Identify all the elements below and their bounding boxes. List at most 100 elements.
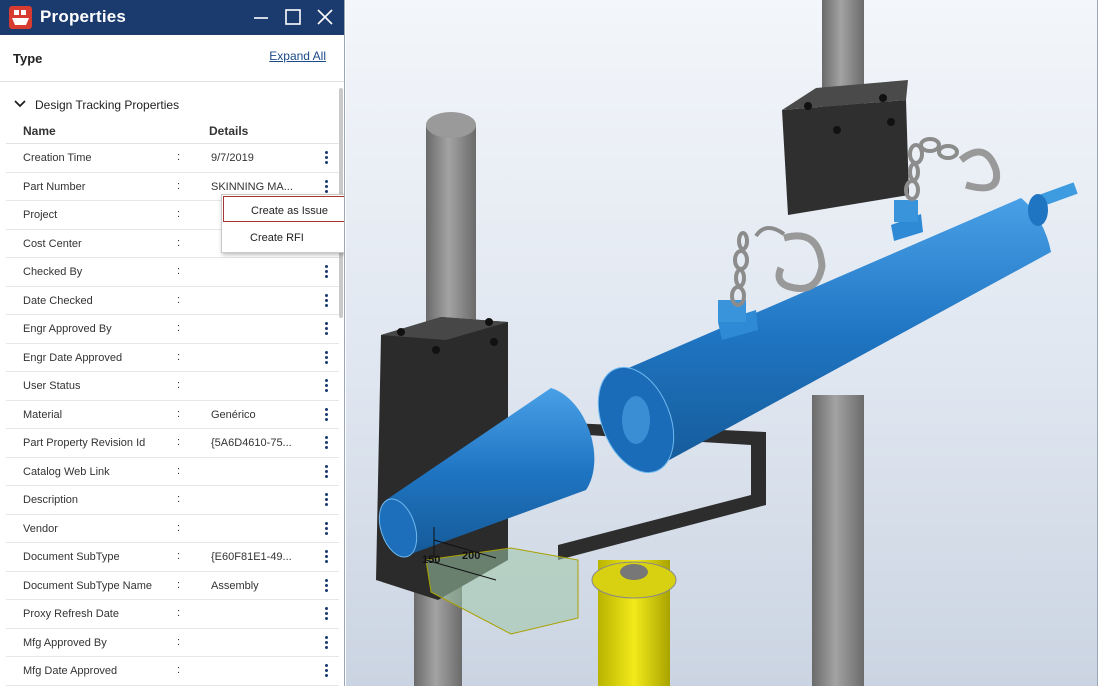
property-row[interactable]: Mfg Date Approved:: [6, 657, 339, 686]
property-name: Checked By: [23, 266, 83, 278]
property-row[interactable]: Description:: [6, 486, 339, 515]
property-row[interactable]: Proxy Refresh Date:: [6, 600, 339, 629]
property-name: Cost Center: [23, 237, 82, 250]
create-as-issue-label: Create as Issue: [251, 205, 329, 217]
property-value: Genérico: [211, 408, 256, 421]
property-separator: :: [177, 521, 181, 534]
property-separator: :: [177, 407, 181, 420]
property-separator: :: [177, 464, 181, 477]
property-name: Document SubType Name: [23, 579, 153, 592]
property-row[interactable]: Checked By:: [6, 258, 339, 287]
create-rfi-label: Create RFI: [250, 232, 304, 244]
property-separator: :: [177, 550, 181, 562]
more-options-icon[interactable]: [320, 350, 332, 366]
more-options-icon[interactable]: [320, 321, 332, 337]
property-separator: :: [177, 664, 181, 676]
more-options-icon[interactable]: [320, 606, 332, 622]
column-header: Name Details: [6, 118, 339, 144]
more-options-icon[interactable]: [320, 378, 332, 394]
property-row[interactable]: Catalog Web Link:: [6, 458, 339, 486]
property-separator: :: [177, 350, 181, 363]
more-options-icon[interactable]: [320, 407, 332, 423]
more-options-icon[interactable]: [320, 663, 332, 679]
more-options-icon[interactable]: [320, 521, 332, 537]
close-icon[interactable]: [316, 8, 334, 26]
property-name: Engr Approved By: [23, 323, 112, 335]
property-name: Project: [23, 209, 58, 221]
property-separator: :: [177, 293, 181, 306]
property-separator: :: [177, 151, 181, 163]
3d-model-render[interactable]: 150 200: [346, 0, 1098, 686]
property-name: Date Checked: [23, 294, 93, 307]
minimize-icon[interactable]: [252, 8, 270, 26]
more-options-icon[interactable]: [320, 464, 332, 480]
type-label: Type: [13, 51, 43, 66]
property-value: SKINNING MA...: [211, 180, 293, 193]
property-separator: :: [177, 322, 181, 334]
autodesk-app-icon: [9, 6, 32, 29]
dimension-label-150[interactable]: 150: [422, 554, 440, 566]
title-bar: Properties: [0, 0, 344, 35]
maximize-icon[interactable]: [284, 8, 302, 26]
create-as-issue-menu-item[interactable]: Create as Issue: [223, 196, 344, 222]
property-name: Part Property Revision Id: [23, 437, 146, 449]
property-name: Catalog Web Link: [23, 465, 110, 478]
property-name: User Status: [23, 380, 81, 392]
column-header-details: Details: [209, 124, 249, 138]
property-name: Description: [23, 494, 79, 506]
property-separator: :: [177, 265, 181, 277]
type-header: Type Expand All: [0, 35, 344, 82]
property-row[interactable]: Document SubType Name: Assembly: [6, 572, 339, 600]
chevron-down-icon[interactable]: [14, 98, 26, 110]
property-value: {E60F81E1-49...: [211, 551, 292, 563]
property-value: Assembly: [211, 579, 259, 592]
more-options-icon[interactable]: [320, 549, 332, 565]
property-name: Mfg Approved By: [23, 636, 107, 649]
property-separator: :: [177, 236, 181, 249]
property-row[interactable]: Mfg Approved By:: [6, 629, 339, 657]
dimension-label-200[interactable]: 200: [462, 550, 480, 562]
property-row[interactable]: Engr Approved By:: [6, 315, 339, 344]
property-name: Part Number: [23, 180, 86, 193]
property-separator: :: [177, 208, 181, 220]
property-row[interactable]: Date Checked:: [6, 287, 339, 315]
property-separator: :: [177, 436, 181, 448]
column-header-name: Name: [23, 124, 56, 138]
section-title: Design Tracking Properties: [35, 98, 180, 112]
more-options-icon[interactable]: [320, 435, 332, 451]
model-viewport[interactable]: 150 200: [346, 0, 1098, 686]
more-options-icon[interactable]: [320, 293, 332, 309]
property-value: 9/7/2019: [211, 152, 254, 164]
expand-all-link[interactable]: Expand All: [269, 49, 326, 63]
property-row[interactable]: Vendor:: [6, 515, 339, 543]
property-name: Creation Time: [23, 152, 92, 164]
more-options-icon[interactable]: [320, 150, 332, 166]
properties-panel: Properties Type Expand All Design Tracki…: [0, 0, 345, 686]
property-name: Proxy Refresh Date: [23, 608, 119, 620]
property-separator: :: [177, 379, 181, 391]
property-separator: :: [177, 607, 181, 619]
property-separator: :: [177, 179, 181, 192]
property-name: Document SubType: [23, 551, 120, 563]
property-separator: :: [177, 635, 181, 648]
property-name: Vendor: [23, 522, 58, 535]
property-name: Material: [23, 408, 63, 421]
property-row[interactable]: Part Property Revision Id: {5A6D4610-75..…: [6, 429, 339, 458]
property-row[interactable]: User Status:: [6, 372, 339, 401]
property-separator: :: [177, 578, 181, 591]
property-row[interactable]: Creation Time: 9/7/2019: [6, 144, 339, 173]
property-value: {5A6D4610-75...: [211, 437, 292, 449]
property-name: Mfg Date Approved: [23, 665, 118, 677]
more-options-icon[interactable]: [320, 179, 332, 195]
property-row[interactable]: Engr Date Approved:: [6, 344, 339, 372]
property-separator: :: [177, 493, 181, 505]
more-options-icon[interactable]: [320, 578, 332, 594]
context-menu: Create as Issue Create RFI: [221, 194, 344, 253]
property-row[interactable]: Material: Genérico: [6, 401, 339, 429]
create-rfi-menu-item[interactable]: Create RFI: [223, 224, 344, 250]
property-row[interactable]: Document SubType: {E60F81E1-49...: [6, 543, 339, 572]
more-options-icon[interactable]: [320, 264, 332, 280]
more-options-icon[interactable]: [320, 492, 332, 508]
section-header-design-tracking[interactable]: Design Tracking Properties: [0, 92, 344, 118]
more-options-icon[interactable]: [320, 635, 332, 651]
